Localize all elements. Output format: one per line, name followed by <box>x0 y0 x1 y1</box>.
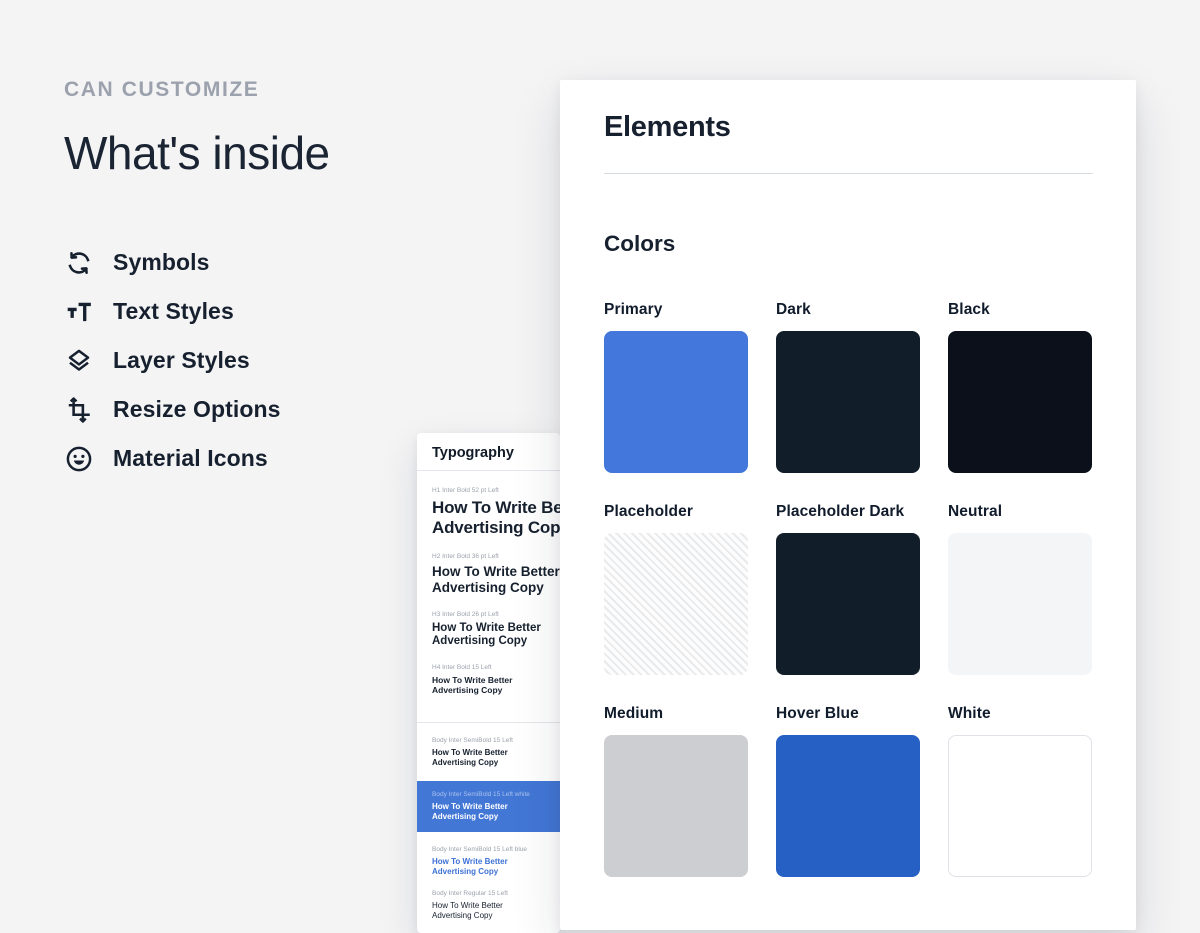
heading-sample-h2: H2 Inter Bold 36 pt Left How To Write Bet… <box>432 553 560 595</box>
swatch-label: Dark <box>776 301 920 319</box>
feature-label: Symbols <box>113 249 210 276</box>
style-label: H3 Inter Bold 26 pt Left <box>432 611 560 619</box>
style-label: Body Inter SemiBold 15 Left white <box>432 791 545 799</box>
heading-sample-h3: H3 Inter Bold 26 pt Left How To Write Bet… <box>432 611 560 648</box>
swatch-label: Black <box>948 301 1092 319</box>
swatch-cell-placeholder-dark: Placeholder Dark <box>776 503 920 675</box>
swatch-cell-neutral: Neutral <box>948 503 1092 675</box>
divider <box>417 722 560 723</box>
feature-item-material-icons: Material Icons <box>64 434 404 483</box>
color-swatch <box>948 331 1092 473</box>
swatch-label: Placeholder Dark <box>776 503 920 521</box>
sync-icon <box>64 248 94 278</box>
typography-body-samples: Body Inter SemiBold 15 Left How To Write … <box>417 737 560 933</box>
swatch-cell-placeholder: Placeholder <box>604 503 748 675</box>
sample-text: How To Write BetterAdvertising Copy <box>432 622 560 648</box>
sample-text: How To Write BetterAdvertising Copy <box>432 675 560 695</box>
style-label: Body Inter SemiBold 15 Left blue <box>432 846 560 854</box>
sample-text: How To Write BetterAdvertising Copy <box>432 857 560 876</box>
style-label: H4 Inter Bold 15 Left <box>432 664 560 672</box>
resize-icon <box>64 395 94 425</box>
color-swatch-grid: Primary Dark Black Placeholder Placeholder D… <box>604 301 1093 877</box>
typography-card-title: Typography <box>417 433 560 461</box>
intro-section: CAN CUSTOMIZE What's inside Symbols Text… <box>64 78 404 483</box>
style-label: Body Inter SemiBold 15 Left <box>432 737 560 745</box>
eyebrow-label: CAN CUSTOMIZE <box>64 78 404 102</box>
color-swatch <box>604 735 748 877</box>
style-label: H1 Inter Bold 52 pt Left <box>432 487 560 495</box>
elements-card-title: Elements <box>604 110 1093 145</box>
feature-list: Symbols Text Styles Layer Styles Resize … <box>64 238 404 483</box>
feature-item-resize-options: Resize Options <box>64 385 404 434</box>
feature-label: Layer Styles <box>113 347 250 374</box>
heading-sample-h1: H1 Inter Bold 52 pt Left How To Write Bet… <box>432 487 560 537</box>
swatch-cell-black: Black <box>948 301 1092 473</box>
color-swatch <box>776 735 920 877</box>
swatch-label: Hover Blue <box>776 705 920 723</box>
swatch-label: Primary <box>604 301 748 319</box>
sample-text: How To Write BetterAdvertising Copy <box>432 748 560 767</box>
body-sample-4: Body Inter Regular 15 Left How To Write B… <box>417 890 560 920</box>
feature-item-layer-styles: Layer Styles <box>64 336 404 385</box>
body-sample-3: Body Inter SemiBold 15 Left blue How To W… <box>417 846 560 876</box>
swatch-label: Neutral <box>948 503 1092 521</box>
divider <box>604 173 1093 174</box>
typography-heading-samples: H1 Inter Bold 52 pt Left How To Write Bet… <box>417 487 560 713</box>
heading-sample-h4: H4 Inter Bold 15 Left How To Write Better… <box>432 664 560 695</box>
divider <box>417 470 560 471</box>
elements-card: Elements Colors Primary Dark Black Placehol… <box>560 80 1136 930</box>
sample-text: How To Write BetterAdvertising Copy <box>432 802 545 821</box>
swatch-cell-dark: Dark <box>776 301 920 473</box>
swatch-label: Medium <box>604 705 748 723</box>
layer-styles-icon <box>64 346 94 376</box>
color-swatch <box>604 331 748 473</box>
feature-item-symbols: Symbols <box>64 238 404 287</box>
body-sample-2-highlighted: Body Inter SemiBold 15 Left white How To … <box>417 781 560 832</box>
smiley-icon <box>64 444 94 474</box>
color-swatch <box>948 735 1092 877</box>
colors-section-title: Colors <box>604 231 1093 257</box>
style-label: H2 Inter Bold 36 pt Left <box>432 553 560 561</box>
typography-preview-card: Typography H1 Inter Bold 52 pt Left How T… <box>417 433 560 933</box>
swatch-cell-hover-blue: Hover Blue <box>776 705 920 877</box>
swatch-label: White <box>948 705 1092 723</box>
swatch-label: Placeholder <box>604 503 748 521</box>
body-sample-1: Body Inter SemiBold 15 Left How To Write … <box>417 737 560 767</box>
swatch-cell-medium: Medium <box>604 705 748 877</box>
color-swatch <box>948 533 1092 675</box>
color-swatch <box>776 533 920 675</box>
text-styles-icon <box>64 297 94 327</box>
page-title: What's inside <box>64 126 404 180</box>
feature-label: Text Styles <box>113 298 234 325</box>
sample-text: How To Write BetterAdvertising Copy <box>432 901 560 920</box>
swatch-cell-primary: Primary <box>604 301 748 473</box>
feature-label: Material Icons <box>113 445 268 472</box>
color-swatch <box>604 533 748 675</box>
feature-item-text-styles: Text Styles <box>64 287 404 336</box>
color-swatch <box>776 331 920 473</box>
swatch-cell-white: White <box>948 705 1092 877</box>
feature-label: Resize Options <box>113 396 281 423</box>
sample-text: How To Write BetterAdvertising Copy <box>432 564 560 595</box>
style-label: Body Inter Regular 15 Left <box>432 890 560 898</box>
sample-text: How To Write BetterAdvertising Copy <box>432 498 560 537</box>
